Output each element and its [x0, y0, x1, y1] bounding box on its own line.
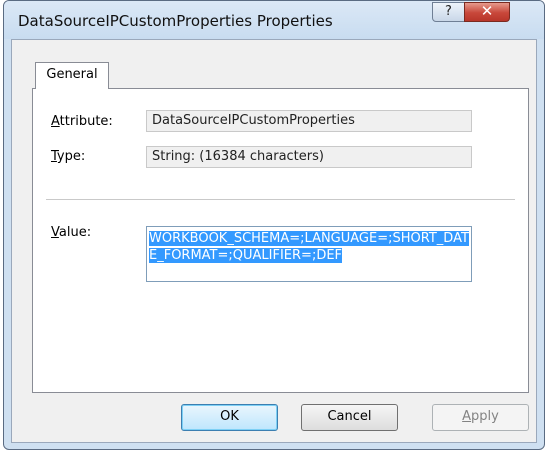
title-bar[interactable]: DataSourceIPCustomProperties Properties …: [4, 1, 544, 39]
properties-dialog: DataSourceIPCustomProperties Properties …: [3, 0, 545, 450]
window-title: DataSourceIPCustomProperties Properties: [18, 12, 333, 30]
attribute-label: Attribute:: [51, 114, 113, 129]
tab-general[interactable]: General: [35, 62, 109, 89]
general-tab-page: Attribute: DataSourceIPCustomProperties …: [32, 88, 529, 393]
separator: [46, 199, 515, 201]
dialog-body: General Attribute: DataSourceIPCustomPro…: [11, 39, 537, 443]
type-label: Type:: [51, 149, 86, 164]
tab-general-label: General: [46, 67, 98, 82]
type-value: String: (16384 characters): [152, 149, 324, 164]
help-button[interactable]: ?: [432, 2, 465, 22]
attribute-value: DataSourceIPCustomProperties: [152, 113, 355, 128]
question-mark-icon: ?: [445, 4, 452, 19]
ok-button-label: OK: [220, 409, 239, 424]
apply-button[interactable]: Apply: [432, 404, 529, 431]
value-text: WORKBOOK_SCHEMA=;LANGUAGE=;SHORT_DATE_FO…: [149, 231, 469, 263]
type-value-field[interactable]: String: (16384 characters): [146, 146, 472, 168]
attribute-value-field[interactable]: DataSourceIPCustomProperties: [146, 110, 472, 132]
value-label: Value:: [51, 225, 92, 240]
value-field[interactable]: WORKBOOK_SCHEMA=;LANGUAGE=;SHORT_DATE_FO…: [146, 226, 472, 282]
ok-button[interactable]: OK: [181, 404, 278, 431]
close-icon: ✕: [480, 2, 494, 20]
cancel-button[interactable]: Cancel: [301, 404, 398, 431]
cancel-button-label: Cancel: [327, 409, 372, 424]
apply-button-label: Apply: [462, 409, 499, 424]
close-button[interactable]: ✕: [464, 2, 510, 22]
